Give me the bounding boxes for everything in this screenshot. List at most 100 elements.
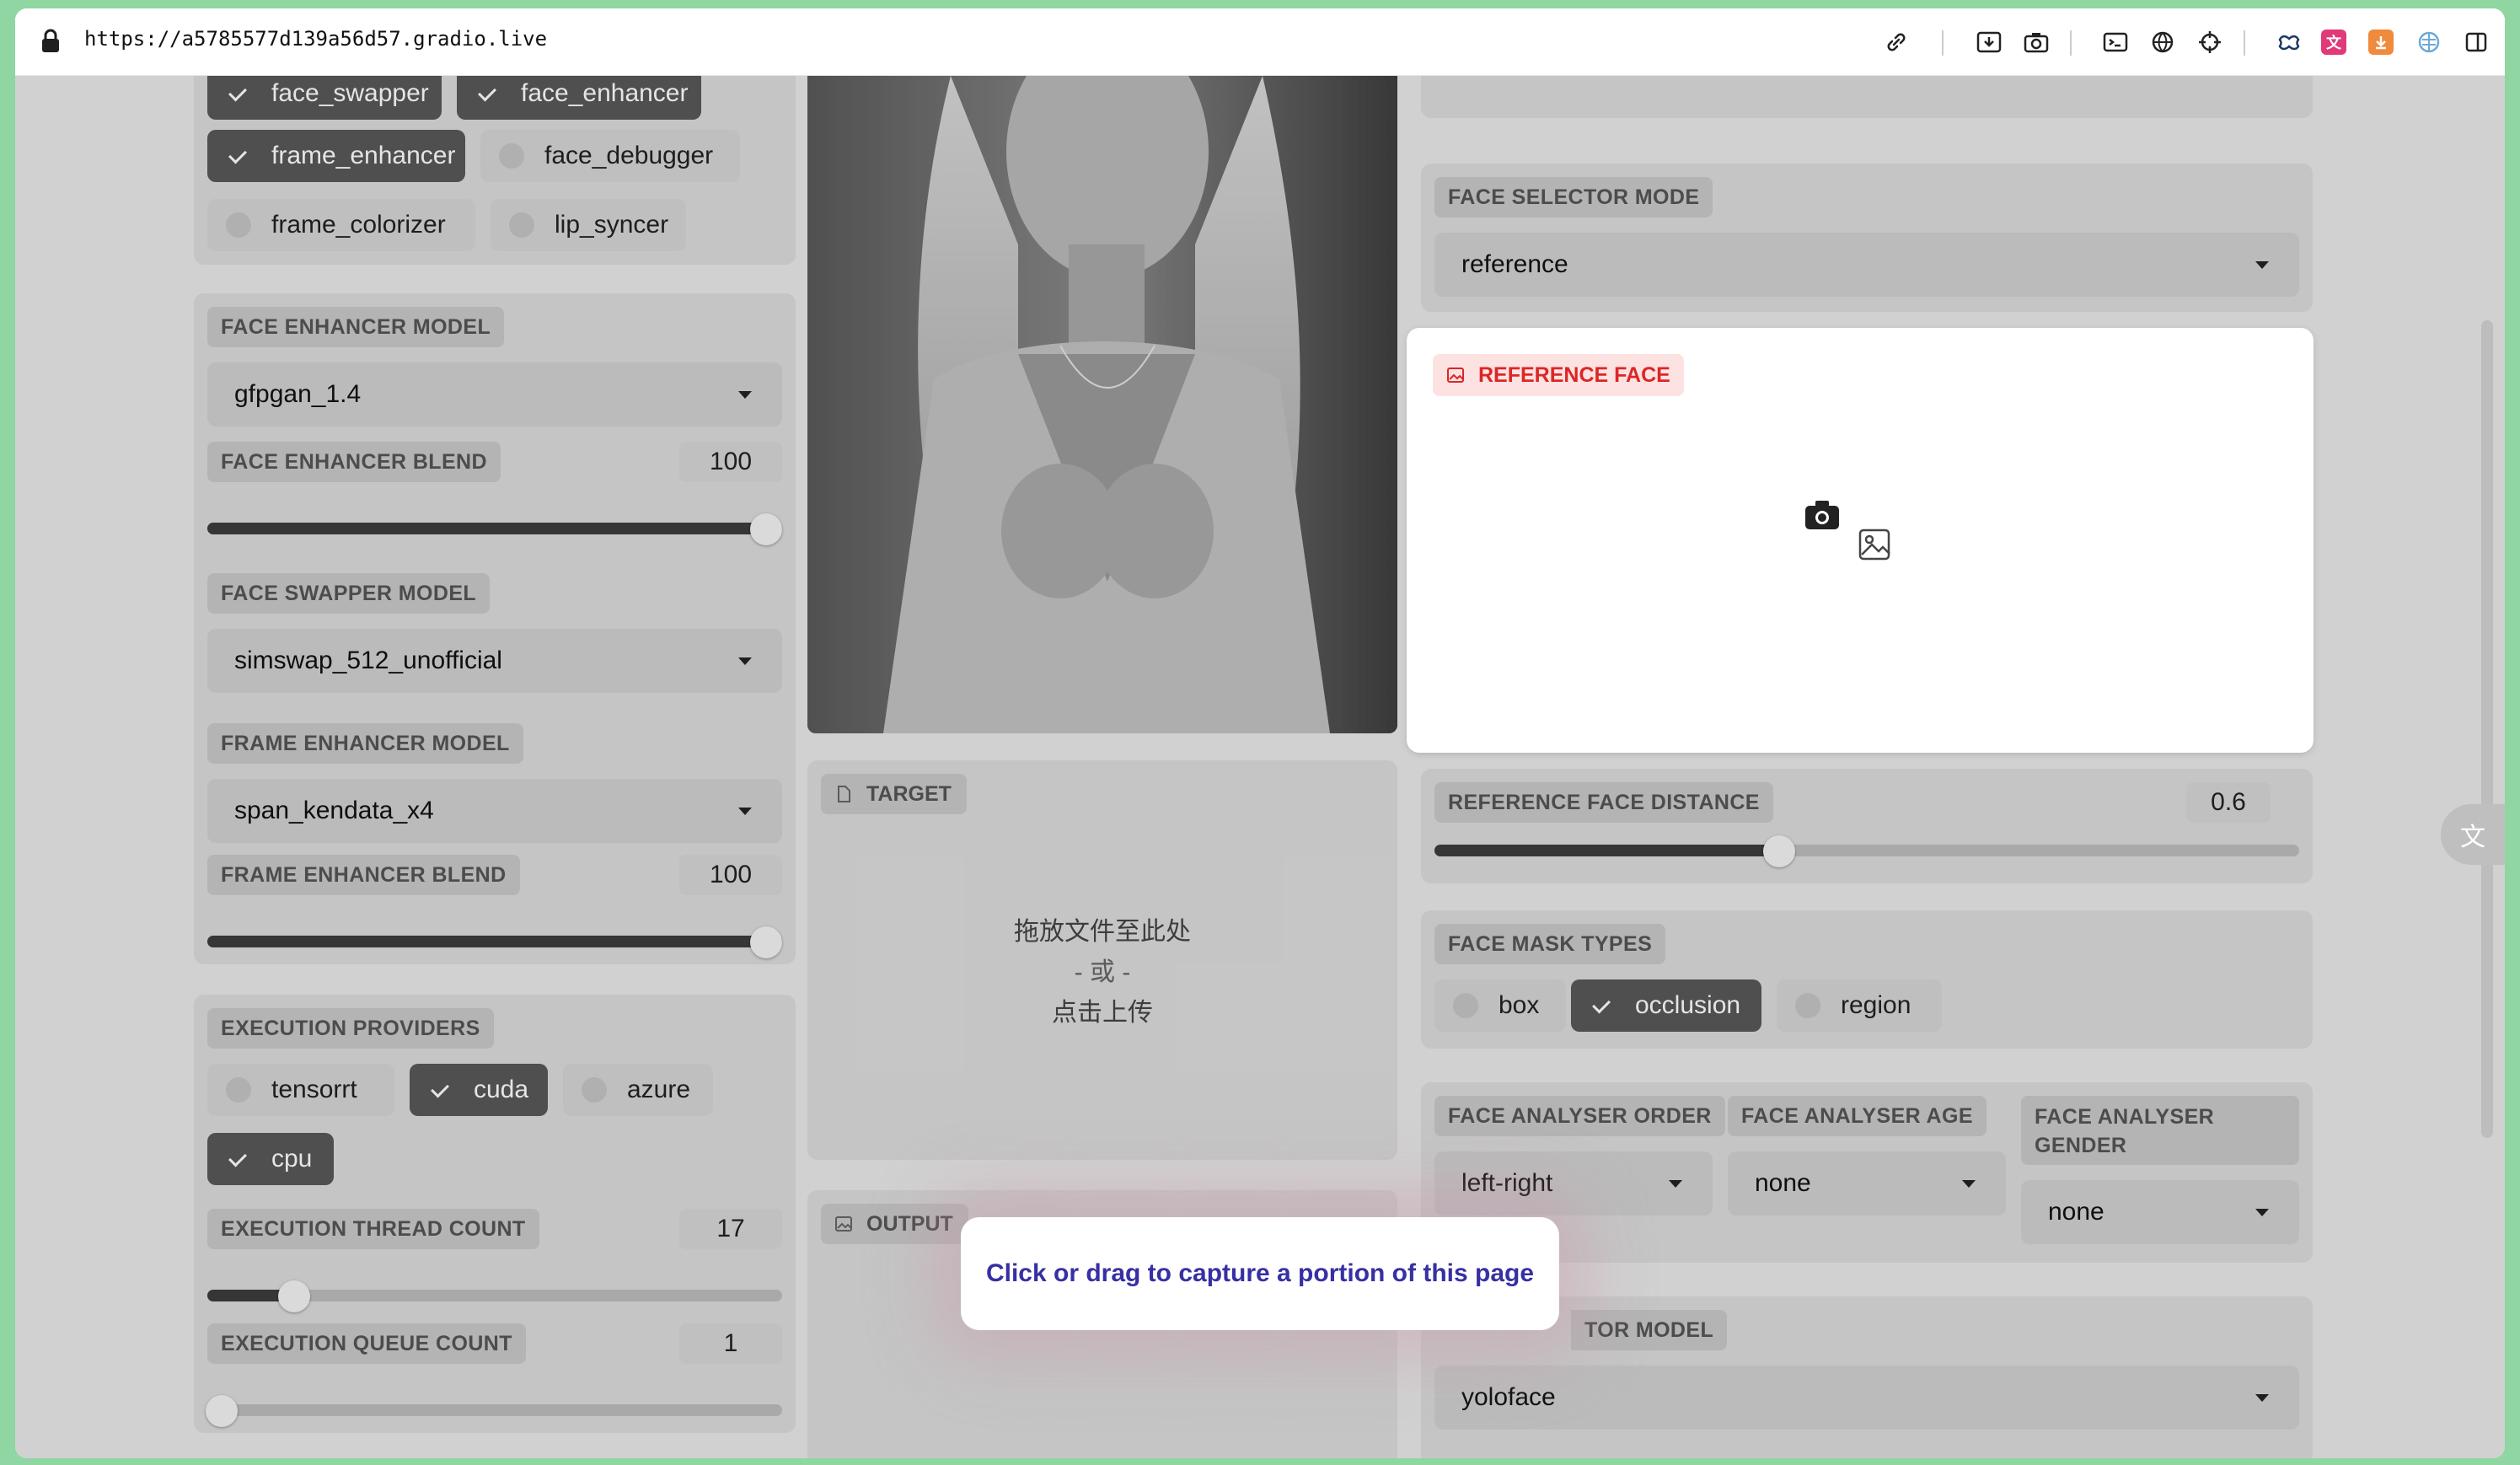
address-bar: https://a5785577d139a56d57.gradio.live 文	[15, 8, 2505, 76]
face-selector-mode-dropdown[interactable]: reference	[1434, 233, 2299, 297]
face-swapper-model-dropdown[interactable]: simswap_512_unofficial	[207, 629, 782, 693]
reference-face-distance-slider[interactable]	[1434, 835, 2299, 867]
face-mask-types-label: FACE MASK TYPES	[1434, 924, 1666, 964]
execution-thread-count-value[interactable]: 17	[679, 1209, 782, 1249]
camera-icon	[1805, 501, 1839, 529]
checkbox	[582, 1077, 607, 1103]
execution-queue-count-label: EXECUTION QUEUE COUNT	[207, 1323, 526, 1364]
processor-face-swapper[interactable]: face_swapper	[207, 76, 442, 120]
download-icon[interactable]	[2368, 30, 2394, 55]
execution-thread-count-slider[interactable]	[207, 1280, 782, 1312]
face-enhancer-model-label: FACE ENHANCER MODEL	[207, 307, 505, 347]
image-icon	[835, 1216, 852, 1232]
face-analyser-gender-label: FACE ANALYSER GENDER	[2021, 1096, 2299, 1165]
check-icon	[428, 1077, 453, 1103]
camera-icon[interactable]	[2021, 27, 2051, 57]
check-icon	[226, 81, 251, 106]
slider-fill	[207, 936, 782, 947]
face-enhancer-blend-value[interactable]: 100	[679, 442, 782, 482]
save-page-icon[interactable]	[1974, 27, 2004, 57]
face-enhancer-blend-slider[interactable]	[207, 513, 782, 545]
processor-face-enhancer[interactable]: face_enhancer	[457, 76, 701, 120]
mask-occlusion[interactable]: occlusion	[1571, 979, 1761, 1032]
check-icon	[226, 143, 251, 169]
crosshair-icon[interactable]	[2195, 27, 2225, 57]
top-panel	[1421, 76, 2313, 118]
capture-tooltip[interactable]: Click or drag to capture a portion of th…	[961, 1217, 1559, 1330]
face-analyser-age-dropdown[interactable]: none	[1728, 1151, 2006, 1215]
processor-lip-syncer[interactable]: lip_syncer	[491, 199, 686, 251]
face-enhancer-model-dropdown[interactable]: gfpgan_1.4	[207, 362, 782, 427]
chevron-down-icon	[1669, 1180, 1682, 1188]
slider-thumb[interactable]	[278, 1280, 310, 1312]
slider-thumb[interactable]	[750, 513, 782, 545]
source-image-preview[interactable]	[807, 76, 1397, 733]
browser-window: https://a5785577d139a56d57.gradio.live 文…	[15, 8, 2505, 1458]
globe-icon[interactable]	[2147, 27, 2178, 57]
frame-enhancer-model-dropdown[interactable]: span_kendata_x4	[207, 779, 782, 843]
upload-drop-zone[interactable]: 拖放文件至此处 - 或 - 点击上传	[807, 912, 1397, 1033]
translate-float-button[interactable]: 文	[2441, 804, 2505, 865]
face-detector-model-dropdown[interactable]: yoloface	[1434, 1366, 2299, 1430]
mask-box[interactable]: box	[1434, 979, 1566, 1032]
execution-queue-count-value[interactable]: 1	[679, 1323, 782, 1364]
execution-queue-count-slider[interactable]	[206, 1395, 782, 1427]
frame-enhancer-blend-value[interactable]: 100	[679, 855, 782, 895]
checkbox	[499, 143, 524, 169]
provider-tensorrt[interactable]: tensorrt	[207, 1064, 394, 1116]
face-analyser-gender-dropdown[interactable]: none	[2021, 1180, 2299, 1244]
chevron-down-icon	[2255, 1394, 2269, 1402]
check-icon	[475, 81, 501, 106]
extension-icon[interactable]	[2274, 27, 2304, 57]
checkbox	[509, 212, 534, 238]
face-analyser-order-dropdown[interactable]: left-right	[1434, 1151, 1713, 1215]
ai-icon[interactable]	[2414, 27, 2444, 57]
terminal-icon[interactable]	[2100, 27, 2131, 57]
check-icon	[1590, 993, 1615, 1018]
provider-cuda[interactable]: cuda	[410, 1064, 548, 1116]
link-icon[interactable]	[1881, 27, 1911, 57]
processor-face-debugger[interactable]: face_debugger	[480, 130, 740, 182]
image-placeholder-icon	[1858, 529, 1890, 561]
face-analyser-order-label: FACE ANALYSER ORDER	[1434, 1096, 1725, 1136]
slider-thumb[interactable]	[1763, 835, 1795, 867]
mask-region[interactable]: region	[1777, 979, 1942, 1032]
chevron-down-icon	[738, 391, 752, 399]
checkbox	[1453, 993, 1478, 1018]
face-enhancer-blend-label: FACE ENHANCER BLEND	[207, 442, 501, 482]
slider-thumb[interactable]	[206, 1395, 238, 1427]
frame-enhancer-blend-slider[interactable]	[207, 926, 782, 958]
provider-azure[interactable]: azure	[563, 1064, 713, 1116]
file-icon	[838, 786, 850, 802]
processor-frame-enhancer[interactable]: frame_enhancer	[207, 130, 465, 182]
sidebar-icon[interactable]	[2461, 27, 2491, 57]
lock-icon	[42, 29, 59, 52]
reference-face-distance-value[interactable]: 0.6	[2186, 782, 2271, 823]
chevron-down-icon	[738, 808, 752, 815]
output-label: OUTPUT	[821, 1204, 968, 1244]
url-text[interactable]: https://a5785577d139a56d57.gradio.live	[84, 27, 547, 51]
face-swapper-model-label: FACE SWAPPER MODEL	[207, 573, 491, 614]
provider-cpu[interactable]: cpu	[207, 1133, 334, 1185]
face-detector-model-label: TOR MODEL	[1571, 1310, 1728, 1350]
execution-providers-label: EXECUTION PROVIDERS	[207, 1008, 494, 1049]
checkbox	[226, 212, 251, 238]
translate-icon[interactable]: 文	[2321, 30, 2346, 55]
frame-enhancer-model-label: FRAME ENHANCER MODEL	[207, 723, 523, 764]
chevron-down-icon	[1962, 1180, 1976, 1188]
reference-face-gallery[interactable]: REFERENCE FACE	[1409, 330, 2311, 750]
target-label: TARGET	[821, 774, 967, 814]
processor-frame-colorizer[interactable]: frame_colorizer	[207, 199, 475, 251]
reference-face-label: REFERENCE FACE	[1433, 354, 1684, 396]
chevron-down-icon	[738, 657, 752, 665]
chevron-down-icon	[2255, 261, 2269, 269]
frame-enhancer-blend-label: FRAME ENHANCER BLEND	[207, 855, 520, 895]
slider-fill	[207, 523, 782, 534]
page-scrollbar[interactable]	[2481, 320, 2493, 1138]
execution-thread-count-label: EXECUTION THREAD COUNT	[207, 1209, 539, 1249]
portrait-image	[807, 76, 1397, 733]
slider-thumb[interactable]	[750, 926, 782, 958]
chevron-down-icon	[2255, 1209, 2269, 1216]
face-selector-mode-label: FACE SELECTOR MODE	[1434, 177, 1713, 217]
reference-face-distance-label: REFERENCE FACE DISTANCE	[1434, 782, 1773, 823]
